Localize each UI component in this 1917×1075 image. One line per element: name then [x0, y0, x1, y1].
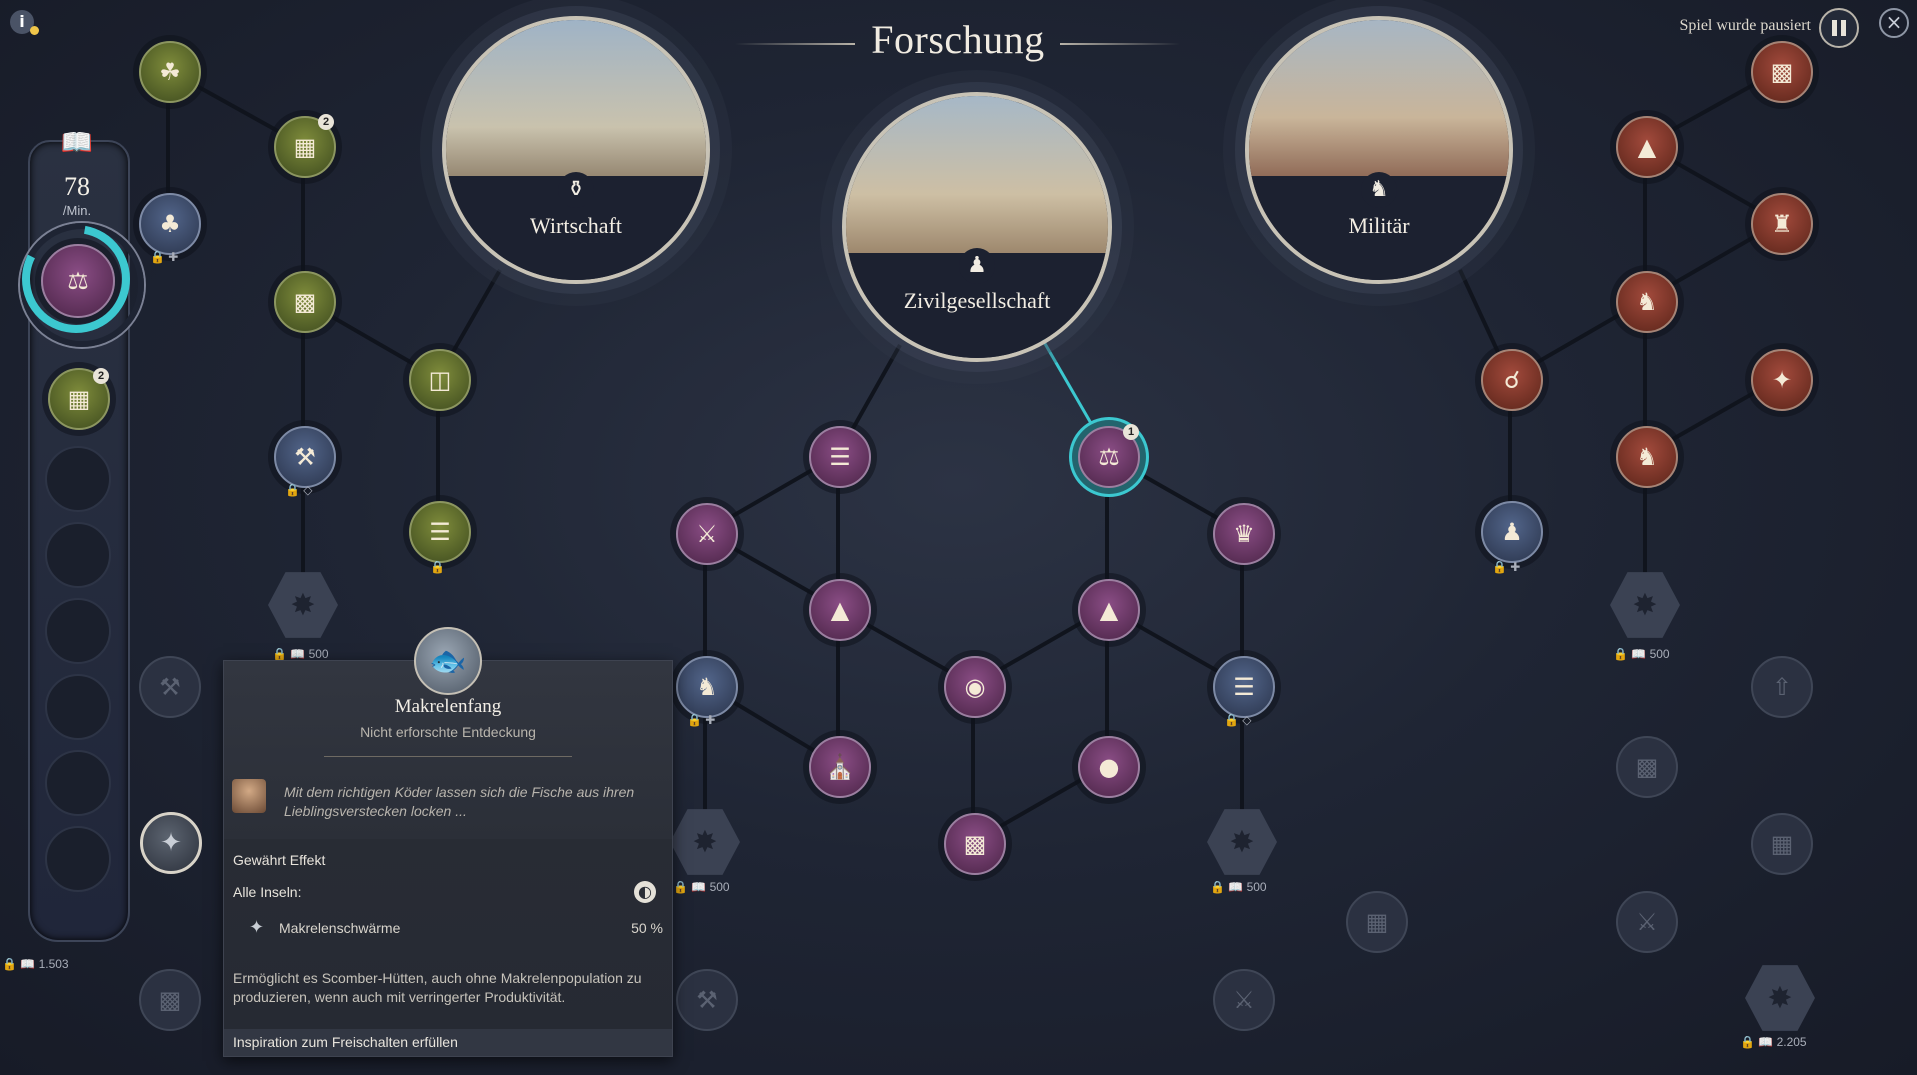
- active-node-badge: 1: [1123, 424, 1139, 440]
- research-node-forum[interactable]: ⛪: [809, 736, 871, 798]
- research-book-icon: 📖: [60, 128, 94, 157]
- effect-value: 50 %: [631, 920, 663, 936]
- research-node-locked[interactable]: ▦: [1751, 813, 1813, 875]
- branch-economy[interactable]: ⚱ Wirtschaft: [442, 16, 710, 284]
- branch-military-label: Militär: [1348, 213, 1410, 238]
- notification-dot: [30, 26, 39, 35]
- cost-value: 500: [308, 647, 329, 661]
- milestone-cost: 🔒 📖 500: [673, 880, 730, 894]
- research-node-scouting[interactable]: ☌: [1481, 349, 1543, 411]
- amphora-icon: ⚱: [558, 172, 594, 208]
- advisor-portrait: [232, 779, 266, 813]
- effect-heading: Gewährt Effekt: [233, 852, 326, 868]
- effect-label: Makrelenschwärme: [279, 920, 401, 936]
- lock-icon: 🔒 ✚: [1492, 560, 1521, 574]
- tooltip-quote: Mit dem richtigen Köder lassen sich die …: [284, 784, 635, 819]
- pause-button[interactable]: [1819, 8, 1859, 48]
- effect-row: ✦ Makrelenschwärme 50 %: [233, 917, 663, 943]
- cost-value: 2.205: [1776, 1035, 1807, 1049]
- effect-scope: Alle Inseln:: [233, 884, 302, 900]
- lock-icon: 🔒 ◇: [1224, 713, 1252, 727]
- research-node-tools[interactable]: ⚒: [274, 426, 336, 488]
- lock-icon: 🔒 ✚: [150, 250, 179, 264]
- research-node-barracks[interactable]: ▩: [1751, 41, 1813, 103]
- tooltip-subtitle: Nicht erforschte Entdeckung: [360, 724, 536, 740]
- research-node-citizens[interactable]: ⚔: [676, 503, 738, 565]
- node-count-badge: 2: [318, 114, 334, 130]
- research-tooltip: 🐟 Makrelenfang Nicht erforschte Entdecku…: [223, 627, 673, 1057]
- research-node-locked[interactable]: ▩: [1616, 736, 1678, 798]
- research-node-locked[interactable]: ▦: [1346, 891, 1408, 953]
- research-node-locked[interactable]: ⚔: [1616, 891, 1678, 953]
- research-node-books[interactable]: ▩: [944, 813, 1006, 875]
- queue-slot-empty[interactable]: [45, 522, 111, 588]
- queue-count-badge: 2: [93, 368, 109, 384]
- tooltip-title: Makrelenfang: [394, 696, 502, 717]
- research-node-tactics[interactable]: ✦: [1751, 349, 1813, 411]
- cost-value: 500: [709, 880, 730, 894]
- current-research-ring[interactable]: ⚖: [20, 223, 144, 347]
- queue-slot-empty[interactable]: [45, 826, 111, 892]
- branch-civil-label: Zivilgesellschaft: [903, 288, 1051, 313]
- lock-icon: 🔒 ◇: [285, 483, 313, 497]
- research-node-gladiator[interactable]: ♟: [1481, 501, 1543, 563]
- branch-military[interactable]: ♞ Militär: [1245, 16, 1513, 284]
- research-node-plaza[interactable]: ▲: [809, 579, 871, 641]
- branch-civil[interactable]: ♟ Zivilgesellschaft: [842, 92, 1112, 362]
- research-node-locked[interactable]: ⚔: [1213, 969, 1275, 1031]
- research-node-locked[interactable]: ⇧: [1751, 656, 1813, 718]
- divider: [324, 756, 572, 757]
- queue-slot-empty[interactable]: [45, 598, 111, 664]
- research-node-mackerel[interactable]: ✦: [140, 812, 202, 874]
- mackerel-icon: 🐟: [414, 627, 482, 695]
- tooltip-footer: Inspiration zum Freischalten erfüllen: [224, 1029, 672, 1056]
- research-node-owl[interactable]: ◉: [944, 656, 1006, 718]
- research-rate-unit: /Min.: [62, 203, 92, 218]
- research-node-legion[interactable]: ♞: [676, 656, 738, 718]
- lock-icon: 🔒: [430, 560, 445, 574]
- research-node-patricians[interactable]: ♛: [1213, 503, 1275, 565]
- milestone-cost: 🔒 📖 1.503: [2, 957, 69, 971]
- cost-value: 1.503: [38, 957, 69, 971]
- paused-label: Spiel wurde pausiert: [1679, 17, 1811, 34]
- research-node-tent[interactable]: ▲: [1616, 116, 1678, 178]
- research-node-scrolls[interactable]: ☰: [809, 426, 871, 488]
- research-node-locked[interactable]: ▩: [139, 969, 201, 1031]
- current-research-icon: ⚖: [41, 244, 115, 318]
- page-title: Forschung: [871, 17, 1045, 62]
- globe-icon: ◐: [634, 881, 656, 903]
- cost-value: 500: [1649, 647, 1670, 661]
- unlock-requirement: Inspiration zum Freischalten erfüllen: [233, 1034, 458, 1050]
- research-node-shrine[interactable]: ▲: [1078, 579, 1140, 641]
- queue-slot-empty[interactable]: [45, 446, 111, 512]
- milestone-cost: 🔒 📖 500: [1210, 880, 1267, 894]
- fish-swarm-icon: ✦: [249, 917, 265, 938]
- queue-slot-empty[interactable]: [45, 750, 111, 816]
- research-node-armor[interactable]: ♜: [1751, 193, 1813, 255]
- milestone-cost: 🔒 📖 500: [1613, 647, 1670, 661]
- research-node-locked[interactable]: ⚒: [139, 656, 201, 718]
- queue-slot-empty[interactable]: [45, 674, 111, 740]
- branch-economy-label: Wirtschaft: [530, 213, 622, 238]
- tooltip-description: Ermöglicht es Scomber-Hütten, auch ohne …: [233, 970, 642, 1005]
- research-node-locked[interactable]: ⚒: [676, 969, 738, 1031]
- lock-icon: 🔒 ✚: [687, 713, 716, 727]
- close-button[interactable]: ×: [1879, 8, 1909, 38]
- milestone-cost: 🔒 📖 2.205: [1740, 1035, 1807, 1049]
- milestone-cost: 🔒 📖 500: [272, 647, 329, 661]
- research-node-temple[interactable]: ☰: [1213, 656, 1275, 718]
- cost-value: 500: [1246, 880, 1267, 894]
- research-node-olives[interactable]: ♣: [139, 193, 201, 255]
- research-rate-value: 78: [64, 172, 90, 201]
- helmet-icon: ♞: [1361, 172, 1397, 208]
- research-node-coins[interactable]: ●: [1078, 736, 1140, 798]
- research-node-crates[interactable]: ▩: [274, 271, 336, 333]
- citizen-bust-icon: ♟: [959, 248, 995, 284]
- research-node-parchment[interactable]: ☰: [409, 501, 471, 563]
- research-node-storage[interactable]: ◫: [409, 349, 471, 411]
- research-node-warrior[interactable]: ♞: [1616, 271, 1678, 333]
- research-node-helmet[interactable]: ♞: [1616, 426, 1678, 488]
- research-node-grain[interactable]: ☘: [139, 41, 201, 103]
